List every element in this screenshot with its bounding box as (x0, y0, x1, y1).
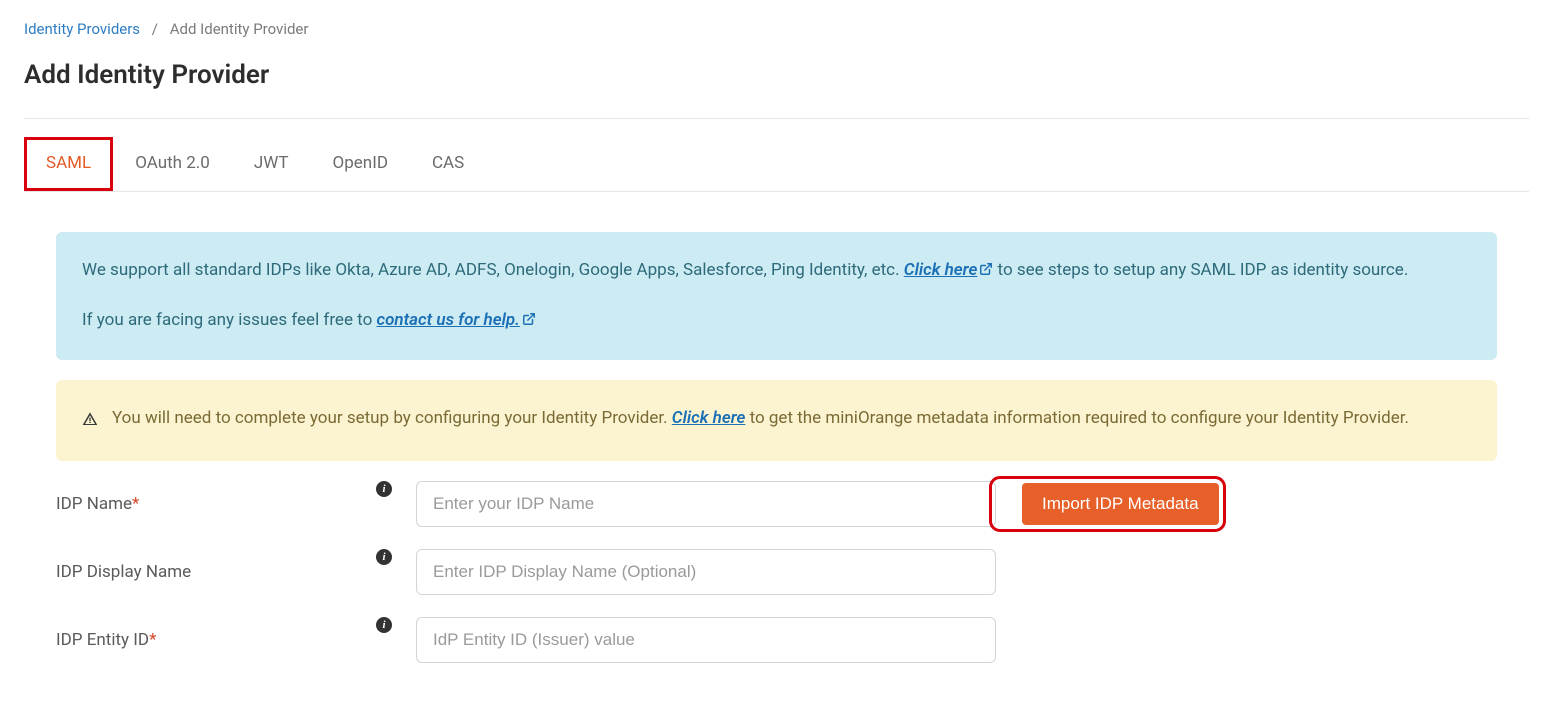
warn-link-click-here[interactable]: Click here (672, 408, 746, 428)
tab-saml[interactable]: SAML (24, 137, 113, 191)
tab-openid[interactable]: OpenID (311, 137, 410, 191)
content-area: We support all standard IDPs like Okta, … (24, 232, 1529, 663)
info-icon-wrap: i (376, 481, 416, 497)
page-title: Add Identity Provider (24, 60, 1529, 90)
info-icon[interactable]: i (376, 549, 392, 565)
import-idp-metadata-button[interactable]: Import IDP Metadata (1022, 483, 1219, 525)
label-idp-display-name: IDP Display Name (56, 562, 376, 582)
label-idp-entity-id: IDP Entity ID* (56, 630, 376, 650)
info-icon[interactable]: i (376, 617, 392, 633)
warning-icon (82, 408, 98, 437)
warn-text-b: to get the miniOrange metadata informati… (745, 408, 1409, 428)
required-asterisk: * (132, 494, 139, 514)
idp-display-name-input[interactable] (416, 549, 996, 595)
info-icon-wrap: i (376, 617, 416, 633)
info-text-b: to see steps to setup any SAML IDP as id… (993, 260, 1408, 280)
idp-entity-id-input[interactable] (416, 617, 996, 663)
tab-jwt[interactable]: JWT (232, 137, 311, 191)
info-icon-wrap: i (376, 549, 416, 565)
info-link-click-here[interactable]: Click here (904, 260, 994, 280)
required-asterisk: * (149, 630, 156, 650)
tab-cas[interactable]: CAS (410, 137, 486, 191)
info-text-c: If you are facing any issues feel free t… (82, 310, 377, 330)
form-row-idp-display-name: IDP Display Name i (56, 549, 1497, 595)
breadcrumb-current: Add Identity Provider (170, 20, 309, 38)
tabs: SAML OAuth 2.0 JWT OpenID CAS (24, 137, 1529, 192)
info-icon[interactable]: i (376, 481, 392, 497)
form-row-idp-name: IDP Name* i Import IDP Metadata (56, 481, 1497, 527)
form-row-idp-entity-id: IDP Entity ID* i (56, 617, 1497, 663)
tab-oauth[interactable]: OAuth 2.0 (113, 137, 232, 191)
warn-text-a: You will need to complete your setup by … (112, 408, 672, 428)
label-idp-name: IDP Name* (56, 494, 376, 514)
info-alert-p1: We support all standard IDPs like Okta, … (82, 256, 1471, 286)
import-button-highlight: Import IDP Metadata (996, 483, 1219, 525)
divider (24, 118, 1529, 119)
warning-alert: You will need to complete your setup by … (56, 380, 1497, 461)
external-link-icon (522, 307, 536, 336)
info-alert-p2: If you are facing any issues feel free t… (82, 306, 1471, 336)
breadcrumb-parent-link[interactable]: Identity Providers (24, 20, 140, 38)
info-link-contact[interactable]: contact us for help. (377, 310, 536, 330)
breadcrumb-separator: / (152, 20, 158, 38)
breadcrumb: Identity Providers / Add Identity Provid… (24, 20, 1529, 38)
warning-text: You will need to complete your setup by … (112, 404, 1409, 433)
info-alert: We support all standard IDPs like Okta, … (56, 232, 1497, 360)
idp-name-input[interactable] (416, 481, 996, 527)
info-text-a: We support all standard IDPs like Okta, … (82, 260, 904, 280)
external-link-icon (979, 257, 993, 286)
